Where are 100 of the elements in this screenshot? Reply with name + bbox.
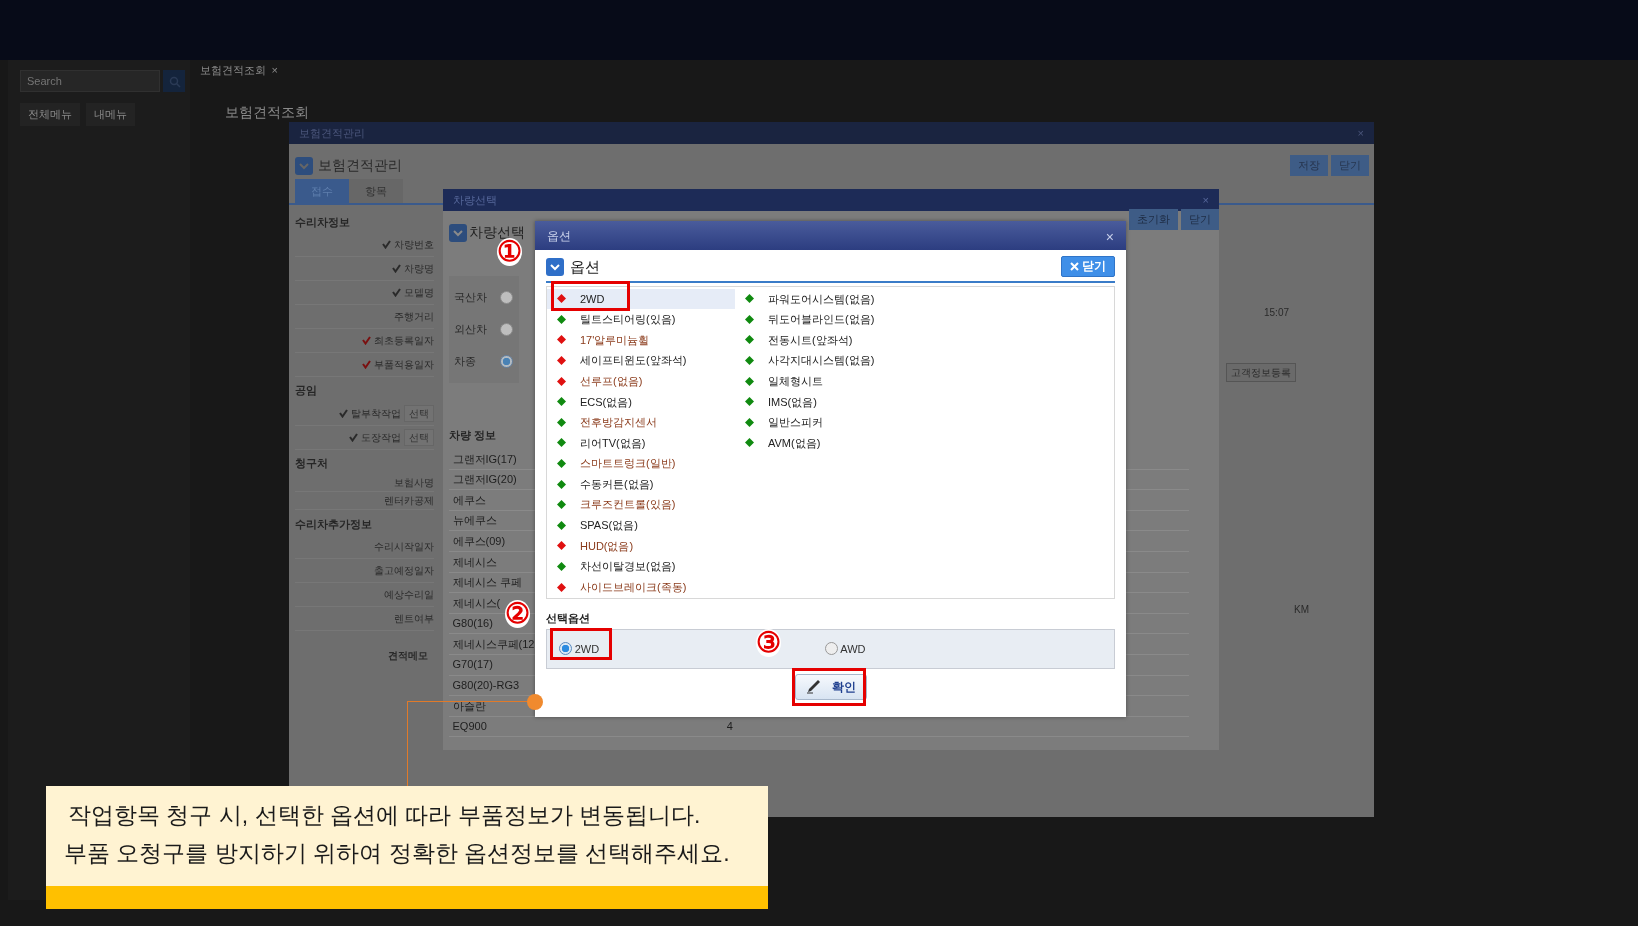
select-button[interactable]: 선택 (403, 404, 434, 422)
field-label: 주행거리 (393, 309, 434, 324)
option-item[interactable]: 스마트트렁크(일반) (547, 453, 735, 474)
option-item[interactable]: 2WD (547, 288, 735, 310)
option-item[interactable]: 사각지대시스템(없음) (735, 350, 1114, 371)
callout-text: 부품 오청구를 방지하기 위하여 정확한 옵션정보를 선택해주세요. (63, 839, 731, 868)
confirm-button[interactable]: 확인 (794, 674, 867, 701)
option-item[interactable]: 17'알루미늄휠 (547, 329, 735, 351)
close-button[interactable]: 닫기 (1061, 256, 1115, 278)
option-item[interactable]: 선루프(없음) (547, 370, 735, 392)
option-item[interactable]: 세이프티윈도(앞좌석) (547, 350, 735, 371)
vehicle-name[interactable]: EQ900 (452, 718, 487, 735)
highlight-frame (550, 628, 612, 660)
unit-label: KM (1294, 603, 1309, 617)
close-icon (1070, 262, 1080, 272)
close-icon[interactable]: × (1202, 192, 1209, 208)
radio-button[interactable] (500, 355, 513, 368)
option-item[interactable]: 전동시트(앞좌석) (735, 329, 1114, 351)
menu-button[interactable]: 전체메뉴 (20, 103, 80, 126)
option-item[interactable]: HUD(없음) (547, 535, 735, 557)
vehicle-name[interactable]: 그랜저IG(20) (452, 471, 517, 488)
option-item[interactable]: ECS(없음) (547, 391, 735, 413)
radio-label: 차종 (454, 354, 476, 370)
option-item[interactable]: 일체형시트 (735, 370, 1114, 392)
option-item[interactable]: 사이드브레이크(족동) (547, 576, 735, 598)
section-title: 수리차정보 (294, 214, 351, 230)
chevron-icon (448, 223, 467, 242)
field-label: 차량명 (391, 260, 434, 276)
vehicle-name[interactable]: G80(20)-RG3 (452, 677, 520, 694)
section-title: 차량 정보 (448, 428, 496, 443)
radio-option[interactable]: AWD (824, 640, 866, 657)
vehicle-name[interactable]: 아슬란 (452, 697, 486, 715)
check-icon (349, 432, 358, 442)
field-label: 탈부착작업 (339, 405, 401, 421)
option-item[interactable]: SPAS(없음) (547, 515, 735, 536)
option-item[interactable]: AVM(없음) (735, 432, 1114, 454)
section-title: 수리차추가정보 (294, 516, 373, 532)
page-tab[interactable]: 보험견적조회 (200, 62, 266, 79)
option-item[interactable]: 파워도어시스템(없음) (735, 288, 1114, 310)
quantity-field[interactable]: 4 (726, 718, 733, 735)
field-label: 출고예정일자 (373, 564, 434, 578)
search-icon (168, 75, 181, 88)
callout-text: 작업항목 청구 시, 선택한 옵션에 따라 부품정보가 변동됩니다. (67, 801, 702, 830)
vehicle-name[interactable]: G80(16) (452, 615, 493, 632)
search-button[interactable] (162, 70, 185, 92)
check-icon (381, 239, 391, 249)
radio-label: 외산차 (454, 322, 487, 338)
time-field[interactable]: 15:07 (1264, 305, 1290, 320)
field-label: 보험사명 (393, 476, 434, 491)
check-icon (391, 287, 401, 297)
option-item[interactable]: 수동커튼(없음) (547, 473, 735, 495)
vehicle-name[interactable]: 그랜저IG(17) (452, 450, 517, 468)
option-item[interactable]: 뒤도어블라인드(없음) (735, 309, 1114, 330)
check-icon (361, 359, 371, 369)
radio-button[interactable] (500, 323, 513, 336)
field-label: 부품적용일자 (361, 356, 434, 372)
chevron-icon (546, 257, 564, 276)
customer-button[interactable]: 고객정보등록 (1226, 363, 1296, 382)
close-icon[interactable]: × (1105, 227, 1114, 244)
field-label: 렌터카공제 (383, 494, 434, 509)
check-icon (391, 263, 401, 273)
radio-button[interactable] (500, 291, 513, 304)
option-item[interactable]: 틸트스티어링(있음) (547, 309, 735, 330)
field-label: 모델명 (391, 284, 434, 300)
option-item[interactable]: 일반스피커 (735, 412, 1114, 433)
pencil-icon (805, 680, 822, 695)
radio-label: 국산차 (454, 290, 487, 306)
search-field[interactable]: Search (20, 70, 160, 92)
vehicle-name[interactable]: 제네시스 쿠페 (452, 574, 522, 591)
vehicle-name[interactable]: 에쿠스 (452, 491, 486, 509)
section-title: 선택옵션 (546, 610, 591, 626)
section-title: 청구처 (294, 456, 329, 471)
field-label: 차량번호 (381, 236, 434, 252)
vehicle-name[interactable]: 제네시스쿠페(12 (452, 635, 535, 653)
option-item[interactable]: 크루즈컨트롤(있음) (547, 494, 735, 516)
field-label: 도장작업 (349, 429, 401, 445)
check-icon (339, 408, 348, 418)
check-icon (361, 335, 371, 345)
vehicle-name[interactable]: 에쿠스(09) (452, 532, 506, 550)
vehicle-name[interactable]: 제네시스( (452, 594, 501, 612)
option-item[interactable]: 전후방감지센서 (547, 412, 735, 433)
option-item[interactable]: IMS(없음) (735, 391, 1114, 413)
field-label: 수리시작일자 (373, 540, 434, 554)
select-button[interactable]: 선택 (403, 428, 434, 446)
vehicle-name[interactable]: G70(17) (452, 656, 493, 673)
vehicle-name[interactable]: 뉴에쿠스 (452, 512, 497, 529)
option-item[interactable]: 차선이탈경보(없음) (547, 556, 735, 577)
dialog-heading: 보험견적관리 (318, 156, 402, 175)
dialog-title: 옵션 (547, 228, 571, 244)
field-label: 견적메모 (387, 648, 429, 663)
vehicle-name[interactable]: 제네시스 (452, 553, 497, 570)
menu-button[interactable]: 내메뉴 (85, 103, 135, 126)
tab-close-icon[interactable]: × (271, 62, 278, 79)
page-title: 보험견적조회 (225, 103, 309, 122)
dialog-title: 차량선택 (453, 193, 497, 208)
field-label: 예상수리일 (383, 588, 434, 602)
chevron-icon (294, 156, 313, 175)
dialog-heading: 차량선택 (469, 223, 526, 240)
radio-option[interactable]: 2WD (559, 640, 600, 657)
option-item[interactable]: 리어TV(없음) (547, 432, 735, 454)
